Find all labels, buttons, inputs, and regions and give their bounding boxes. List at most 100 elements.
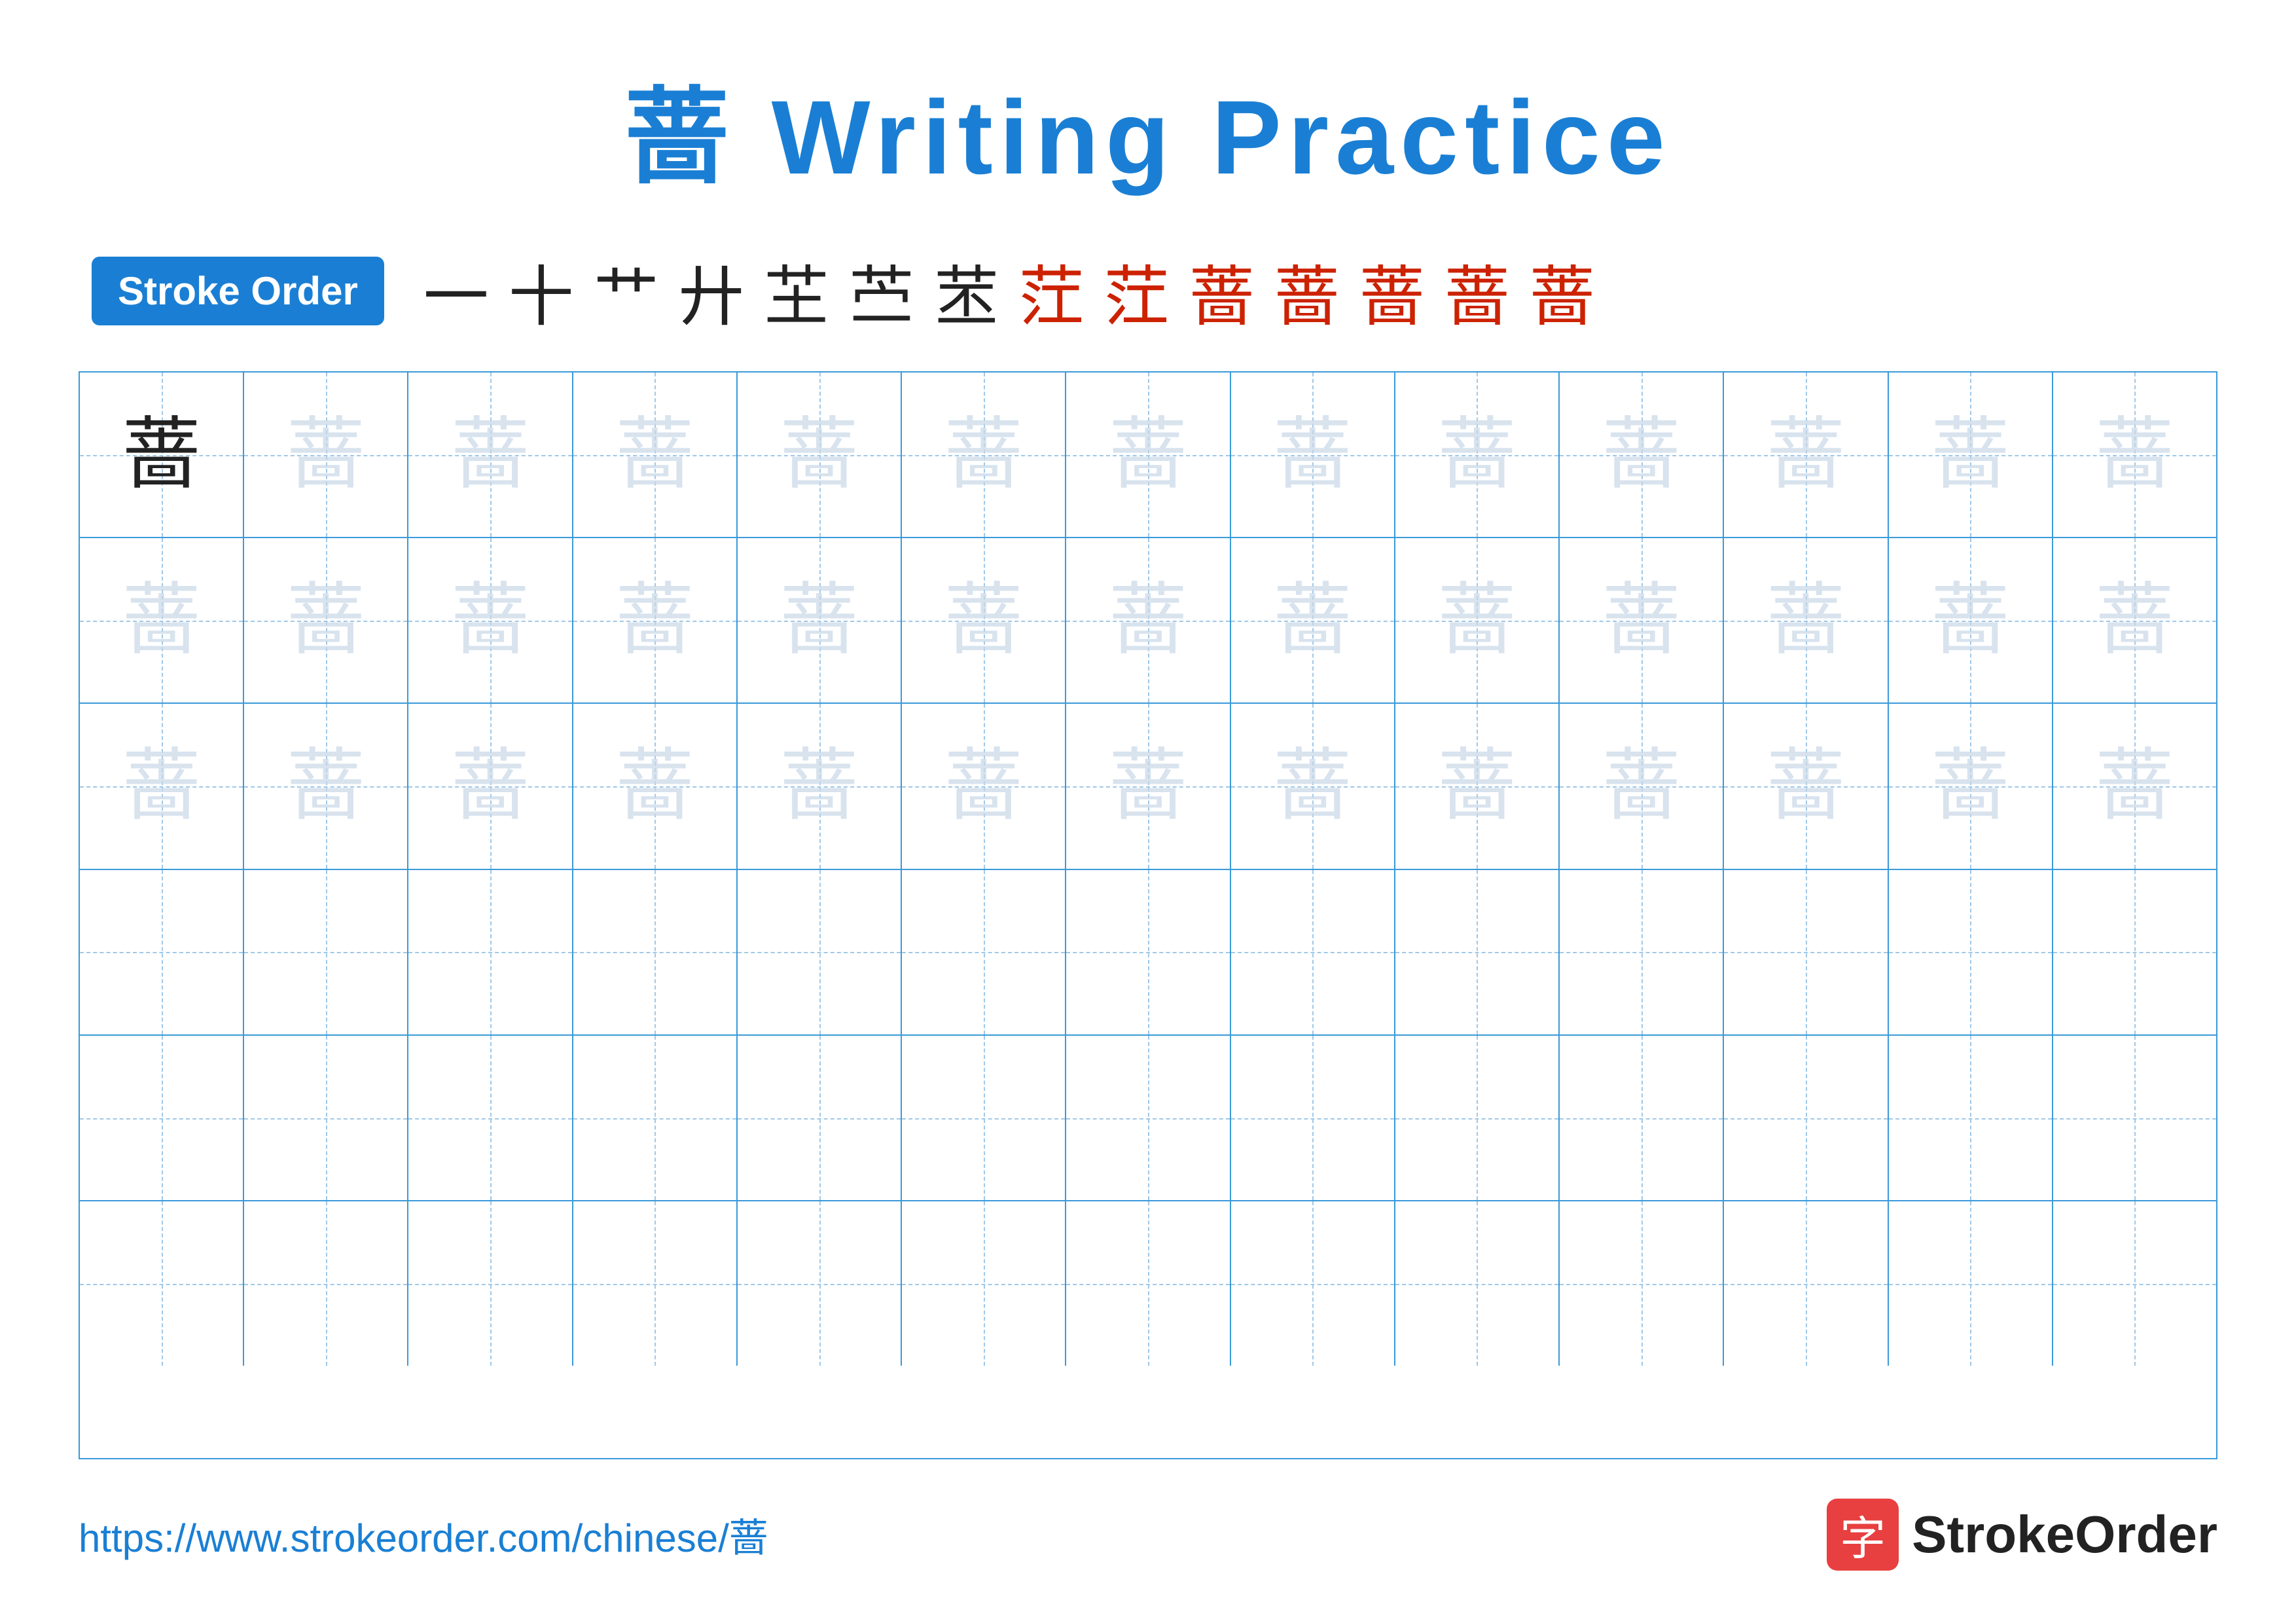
- grid-cell[interactable]: [902, 1201, 1066, 1366]
- grid-cell[interactable]: [2053, 1201, 2216, 1366]
- grid-row[interactable]: 蔷蔷蔷蔷蔷蔷蔷蔷蔷蔷蔷蔷蔷: [80, 373, 2216, 538]
- grid-cell[interactable]: [408, 1036, 573, 1200]
- grid-cell[interactable]: [244, 1036, 408, 1200]
- grid-cell[interactable]: 蔷: [408, 538, 573, 702]
- grid-cell[interactable]: [738, 1201, 902, 1366]
- grid-cell[interactable]: 蔷: [1724, 373, 1888, 537]
- grid-cell[interactable]: 蔷: [1724, 704, 1888, 868]
- grid-cell[interactable]: 蔷: [408, 704, 573, 868]
- grid-cell[interactable]: [738, 870, 902, 1034]
- grid-cell[interactable]: 蔷: [902, 704, 1066, 868]
- cell-character: 蔷: [122, 747, 201, 826]
- grid-cell[interactable]: 蔷: [1889, 538, 2053, 702]
- grid-cell[interactable]: 蔷: [1724, 538, 1888, 702]
- grid-cell[interactable]: 蔷: [1889, 704, 2053, 868]
- cell-character: 蔷: [780, 747, 859, 826]
- cell-character: 蔷: [1767, 416, 1845, 494]
- grid-cell[interactable]: [1231, 1201, 1395, 1366]
- grid-cell[interactable]: 蔷: [408, 373, 573, 537]
- grid-cell[interactable]: 蔷: [1889, 373, 2053, 537]
- grid-cell[interactable]: 蔷: [1560, 538, 1724, 702]
- grid-cell[interactable]: 蔷: [244, 373, 408, 537]
- grid-cell[interactable]: [1889, 1201, 2053, 1366]
- grid-cell[interactable]: [1724, 870, 1888, 1034]
- grid-cell[interactable]: 蔷: [244, 704, 408, 868]
- grid-cell[interactable]: 蔷: [738, 704, 902, 868]
- grid-cell[interactable]: [902, 1036, 1066, 1200]
- stroke-char: 芏: [764, 244, 829, 338]
- grid-cell[interactable]: [1889, 1036, 2053, 1200]
- practice-grid[interactable]: 蔷蔷蔷蔷蔷蔷蔷蔷蔷蔷蔷蔷蔷蔷蔷蔷蔷蔷蔷蔷蔷蔷蔷蔷蔷蔷蔷蔷蔷蔷蔷蔷蔷蔷蔷蔷蔷蔷蔷: [79, 371, 2217, 1459]
- grid-cell[interactable]: 蔷: [2053, 373, 2216, 537]
- cell-character: 蔷: [615, 747, 694, 826]
- grid-cell[interactable]: 蔷: [902, 373, 1066, 537]
- grid-cell[interactable]: [80, 870, 244, 1034]
- grid-cell[interactable]: [80, 1036, 244, 1200]
- grid-cell[interactable]: [1395, 1036, 1560, 1200]
- cell-character: 蔷: [451, 581, 529, 660]
- grid-cell[interactable]: 蔷: [738, 373, 902, 537]
- grid-cell[interactable]: 蔷: [1560, 704, 1724, 868]
- grid-row[interactable]: 蔷蔷蔷蔷蔷蔷蔷蔷蔷蔷蔷蔷蔷: [80, 538, 2216, 704]
- grid-cell[interactable]: 蔷: [1231, 538, 1395, 702]
- grid-cell[interactable]: [408, 1201, 573, 1366]
- cell-character: 蔷: [780, 416, 859, 494]
- grid-cell[interactable]: [1560, 1201, 1724, 1366]
- grid-cell[interactable]: [2053, 1036, 2216, 1200]
- grid-cell[interactable]: 蔷: [1066, 538, 1230, 702]
- grid-cell[interactable]: 蔷: [902, 538, 1066, 702]
- grid-cell[interactable]: [1560, 870, 1724, 1034]
- grid-cell[interactable]: 蔷: [2053, 538, 2216, 702]
- grid-cell[interactable]: 蔷: [80, 704, 244, 868]
- grid-cell[interactable]: [573, 870, 738, 1034]
- grid-cell[interactable]: [738, 1036, 902, 1200]
- grid-cell[interactable]: 蔷: [1395, 704, 1560, 868]
- grid-cell[interactable]: 蔷: [2053, 704, 2216, 868]
- grid-cell[interactable]: 蔷: [573, 538, 738, 702]
- grid-cell[interactable]: 蔷: [1395, 538, 1560, 702]
- logo-icon: 字: [1827, 1499, 1899, 1571]
- grid-cell[interactable]: [244, 870, 408, 1034]
- grid-cell[interactable]: 蔷: [244, 538, 408, 702]
- grid-cell[interactable]: 蔷: [1231, 704, 1395, 868]
- grid-cell[interactable]: 蔷: [738, 538, 902, 702]
- grid-cell[interactable]: 蔷: [573, 704, 738, 868]
- grid-cell[interactable]: [1231, 1036, 1395, 1200]
- grid-cell[interactable]: [1066, 870, 1230, 1034]
- grid-cell[interactable]: [1724, 1036, 1888, 1200]
- cell-character: 蔷: [944, 581, 1023, 660]
- grid-cell[interactable]: [1066, 1036, 1230, 1200]
- grid-cell[interactable]: 蔷: [1066, 373, 1230, 537]
- grid-cell[interactable]: 蔷: [1066, 704, 1230, 868]
- grid-cell[interactable]: [1395, 870, 1560, 1034]
- page-title: 蔷 Writing Practice: [624, 52, 1672, 204]
- grid-cell[interactable]: [1889, 870, 2053, 1034]
- grid-cell[interactable]: [1560, 1036, 1724, 1200]
- logo-icon-char: 字: [1840, 1502, 1886, 1568]
- grid-cell[interactable]: [244, 1201, 408, 1366]
- cell-character: 蔷: [287, 747, 365, 826]
- grid-cell[interactable]: 蔷: [1231, 373, 1395, 537]
- grid-row[interactable]: 蔷蔷蔷蔷蔷蔷蔷蔷蔷蔷蔷蔷蔷: [80, 704, 2216, 869]
- cell-character: 蔷: [780, 581, 859, 660]
- grid-cell[interactable]: [408, 870, 573, 1034]
- grid-cell[interactable]: [1395, 1201, 1560, 1366]
- grid-cell[interactable]: [2053, 870, 2216, 1034]
- grid-cell[interactable]: 蔷: [1560, 373, 1724, 537]
- grid-cell[interactable]: [1231, 870, 1395, 1034]
- grid-cell[interactable]: [573, 1201, 738, 1366]
- title-rest: Writing Practice: [736, 79, 1672, 196]
- grid-cell[interactable]: 蔷: [80, 538, 244, 702]
- grid-cell[interactable]: [1724, 1201, 1888, 1366]
- grid-cell[interactable]: [902, 870, 1066, 1034]
- grid-cell[interactable]: [1066, 1201, 1230, 1366]
- grid-cell[interactable]: [573, 1036, 738, 1200]
- grid-cell[interactable]: [80, 1201, 244, 1366]
- grid-row[interactable]: [80, 870, 2216, 1036]
- grid-cell[interactable]: 蔷: [1395, 373, 1560, 537]
- cell-character: 蔷: [615, 581, 694, 660]
- grid-cell[interactable]: 蔷: [80, 373, 244, 537]
- grid-row[interactable]: [80, 1201, 2216, 1366]
- grid-cell[interactable]: 蔷: [573, 373, 738, 537]
- grid-row[interactable]: [80, 1036, 2216, 1201]
